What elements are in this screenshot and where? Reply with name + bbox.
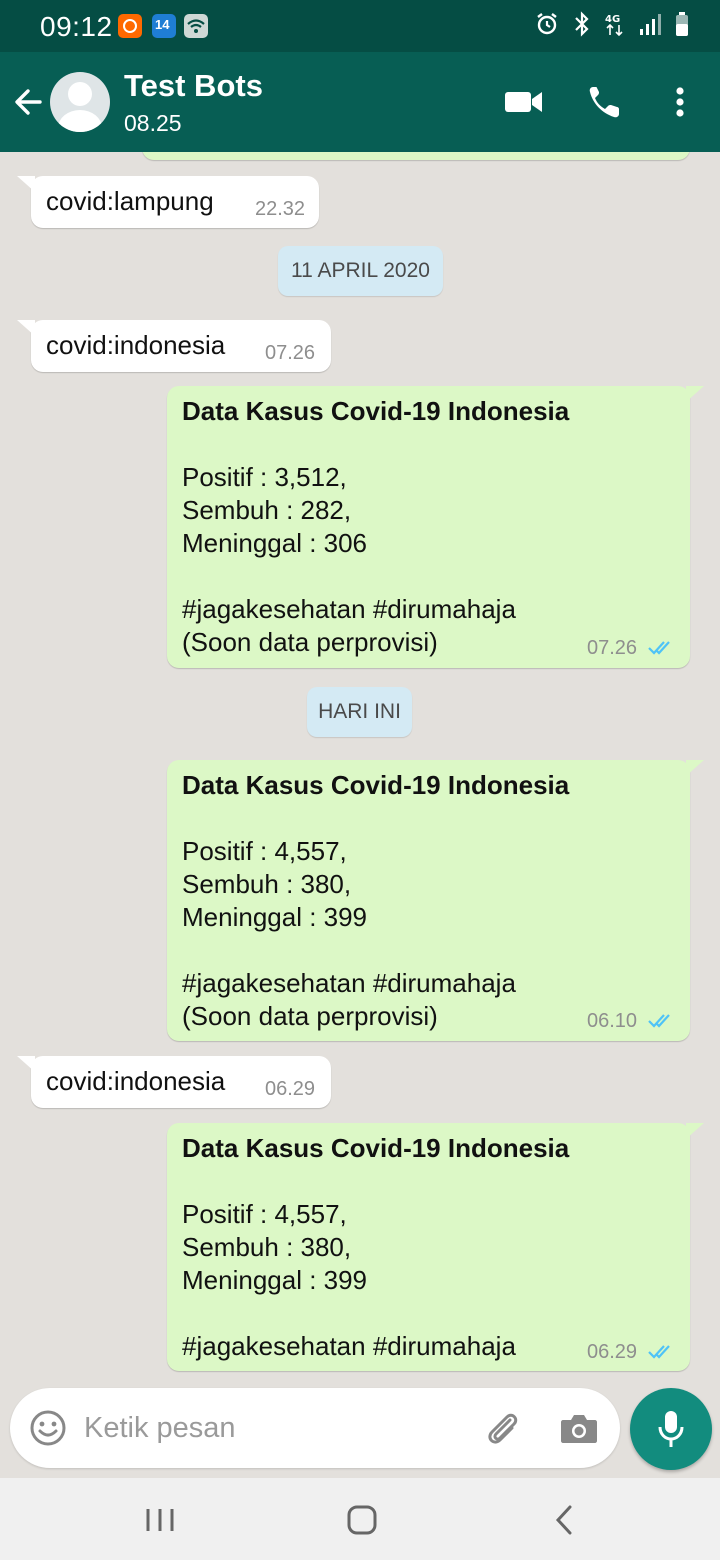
message-composer [10,1388,620,1468]
status-icons-right: 4G [534,11,690,37]
stat-sembuh: Sembuh : 282, [182,495,352,525]
message-time: 06.10 [587,1010,638,1032]
read-ticks-icon [647,1342,677,1362]
date-chip-label: HARI INI [318,700,401,723]
date-chip: 11 APRIL 2020 [278,246,443,296]
contact-status: 08.25 [124,110,182,136]
message-title: Data Kasus Covid-19 Indonesia [182,1133,570,1163]
message-note: (Soon data perprovisi) [182,627,438,657]
stat-sembuh: Sembuh : 380, [182,869,352,899]
alarm-icon [534,11,560,37]
wifi-icon [184,14,208,38]
battery-icon [674,11,690,37]
contact-name[interactable]: Test Bots [124,68,263,104]
stat-positif: Positif : 4,557, [182,1199,347,1229]
4g-icon: 4G [604,11,626,37]
incoming-message[interactable]: covid:indonesia 07.26 [17,320,331,372]
mic-button[interactable] [630,1388,712,1470]
message-tags: #jagakesehatan #dirumahaja [182,1331,516,1361]
camera-icon[interactable] [558,1408,600,1448]
bluetooth-icon [572,11,592,37]
home-icon[interactable] [340,1498,384,1542]
message-body: Data Kasus Covid-19 Indonesia Positif : … [182,769,569,1033]
incoming-message[interactable]: covid:lampung 22.32 [17,176,319,228]
stat-meninggal: Meninggal : 399 [182,1265,368,1295]
status-bar: 09:12 4G [0,0,720,52]
message-title: Data Kasus Covid-19 Indonesia [182,770,570,800]
date-chip: HARI INI [307,687,412,737]
svg-text:4G: 4G [605,14,620,25]
stat-meninggal: Meninggal : 306 [182,528,368,558]
system-nav-bar [0,1478,720,1560]
video-call-icon[interactable] [502,82,546,122]
calendar-icon [152,14,176,38]
stat-meninggal: Meninggal : 399 [182,902,368,932]
outgoing-message[interactable]: Data Kasus Covid-19 Indonesia Positif : … [167,386,704,668]
read-ticks-icon [647,1011,677,1031]
message-input[interactable] [84,1404,464,1452]
chat-area[interactable]: covid:lampung 22.32 11 APRIL 2020 covid:… [0,152,720,1378]
message-time: 06.29 [265,1078,316,1100]
message-time: 22.32 [255,198,306,220]
date-chip-label: 11 APRIL 2020 [291,259,430,282]
emoji-icon[interactable] [28,1408,68,1448]
chat-header: Test Bots 08.25 [0,52,720,152]
stat-positif: Positif : 3,512, [182,462,347,492]
message-note: (Soon data perprovisi) [182,1001,438,1031]
message-body: Data Kasus Covid-19 Indonesia Positif : … [182,395,569,659]
message-bubble-partial [142,152,690,160]
message-time: 07.26 [265,342,316,364]
message-tags: #jagakesehatan #dirumahaja [182,594,516,624]
incoming-message[interactable]: covid:indonesia 06.29 [17,1056,331,1108]
message-time: 07.26 [587,637,638,659]
phone-icon[interactable] [584,82,628,122]
status-time: 09:12 [40,11,113,42]
avatar-icon[interactable] [50,72,110,132]
read-ticks-icon [647,638,677,658]
outgoing-message[interactable]: Data Kasus Covid-19 Indonesia Positif : … [167,1123,704,1371]
stat-sembuh: Sembuh : 380, [182,1232,352,1262]
message-title: Data Kasus Covid-19 Indonesia [182,396,570,426]
message-text: covid:lampung [46,186,214,216]
message-text: covid:indonesia [46,1066,226,1096]
outgoing-message[interactable]: Data Kasus Covid-19 Indonesia Positif : … [167,760,704,1041]
recents-icon[interactable] [138,1498,182,1542]
more-vert-icon[interactable] [662,82,698,122]
message-time: 06.29 [587,1341,638,1363]
message-tags: #jagakesehatan #dirumahaja [182,968,516,998]
mi-app-icon [118,14,142,38]
back-arrow-icon[interactable] [10,82,46,122]
attach-icon[interactable] [482,1408,524,1450]
message-text: covid:indonesia [46,330,226,360]
message-body: Data Kasus Covid-19 Indonesia Positif : … [182,1132,569,1363]
signal-icon [638,12,662,36]
stat-positif: Positif : 4,557, [182,836,347,866]
nav-back-icon[interactable] [542,1498,586,1542]
